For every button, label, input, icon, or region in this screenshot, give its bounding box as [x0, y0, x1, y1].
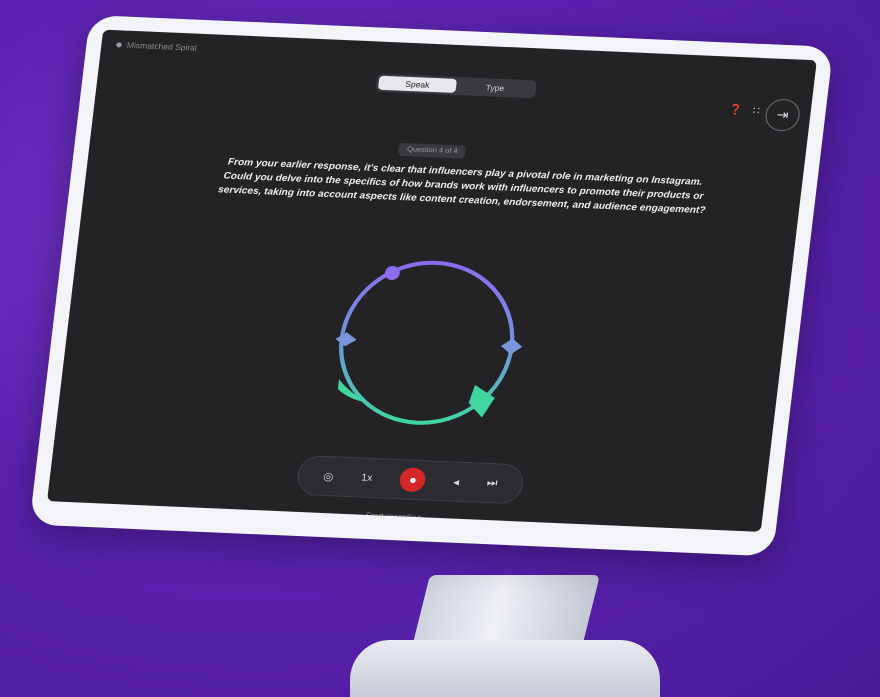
stand-base: [350, 640, 660, 697]
mic-button[interactable]: ●: [398, 467, 428, 493]
help-icon[interactable]: ❓: [728, 105, 743, 117]
project-name: Mismatched Spiral: [126, 40, 198, 53]
skip-icon[interactable]: ⏭: [486, 476, 498, 489]
grid-icon[interactable]: ∷: [752, 106, 760, 117]
mic-icon: ●: [408, 472, 418, 487]
exit-button[interactable]: ⇥: [763, 98, 802, 132]
project-dot-icon: [116, 42, 122, 48]
tab-type[interactable]: Type: [455, 79, 534, 96]
question-badge: Question 4 of 4: [397, 142, 467, 159]
top-icons: ❓ ∷: [728, 105, 760, 117]
tab-speak[interactable]: Speak: [377, 75, 458, 93]
speed-button[interactable]: 1x: [361, 472, 374, 483]
question-text: From your earlier response, it's clear t…: [217, 156, 707, 217]
voice-orb: [335, 260, 523, 425]
project-label: Mismatched Spiral: [116, 40, 198, 53]
mode-toggle: Speak Type: [375, 73, 537, 99]
monitor: Mismatched Spiral Speak Type ❓ ∷ ⇥ Quest…: [29, 15, 834, 557]
volume-icon[interactable]: ◂: [453, 475, 460, 488]
chat-icon[interactable]: ◎: [323, 469, 335, 482]
exit-icon: ⇥: [775, 106, 790, 123]
start-recording-hint: Start recording: [365, 510, 422, 523]
voice-controls: ◎ 1x ● ◂ ⏭: [295, 454, 526, 505]
app-screen: Mismatched Spiral Speak Type ❓ ∷ ⇥ Quest…: [47, 29, 817, 532]
